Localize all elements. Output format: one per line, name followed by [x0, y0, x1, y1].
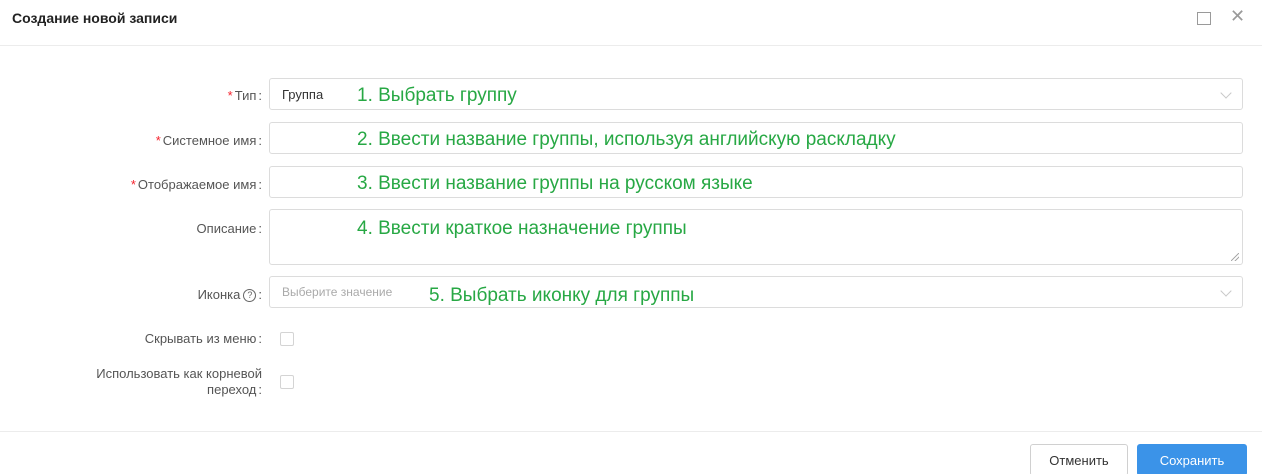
icon-select[interactable]: Выберите значение [269, 276, 1243, 308]
root-transition-checkbox[interactable] [280, 375, 294, 389]
maximize-icon[interactable] [1197, 12, 1211, 25]
chevron-down-icon [1220, 285, 1232, 297]
root-transition-label: Использовать как корневой переход: [96, 366, 262, 397]
save-button[interactable]: Сохранить [1137, 444, 1247, 474]
cancel-button[interactable]: Отменить [1030, 444, 1128, 474]
chevron-down-icon [1220, 87, 1232, 99]
type-select-value: Группа [282, 87, 324, 102]
system-name-label: * Системное имя: [155, 133, 262, 148]
resize-handle-icon[interactable] [1231, 253, 1239, 261]
footer-divider [0, 431, 1262, 432]
description-label: Описание: [196, 221, 262, 236]
help-icon[interactable]: ? [243, 289, 257, 302]
icon-label: Иконка?: [197, 287, 262, 302]
dialog-title: Создание новой записи [12, 10, 178, 26]
icon-select-placeholder: Выберите значение [282, 285, 393, 299]
display-name-hint: 3. Ввести название группы на русском язы… [357, 173, 753, 194]
system-name-hint: 2. Ввести название группы, используя анг… [357, 129, 896, 150]
type-hint: 1. Выбрать группу [357, 85, 517, 106]
hide-from-menu-checkbox[interactable] [280, 332, 294, 346]
hide-from-menu-label: Скрывать из меню: [144, 331, 262, 346]
description-hint: 4. Ввести краткое назначение группы [357, 218, 687, 239]
close-icon[interactable]: ✕ [1230, 6, 1245, 26]
type-label: * Тип: [227, 88, 262, 103]
dialog-header: Создание новой записи ✕ [0, 0, 1262, 46]
display-name-label: * Отображаемое имя: [130, 177, 262, 192]
icon-hint: 5. Выбрать иконку для группы [429, 285, 695, 306]
